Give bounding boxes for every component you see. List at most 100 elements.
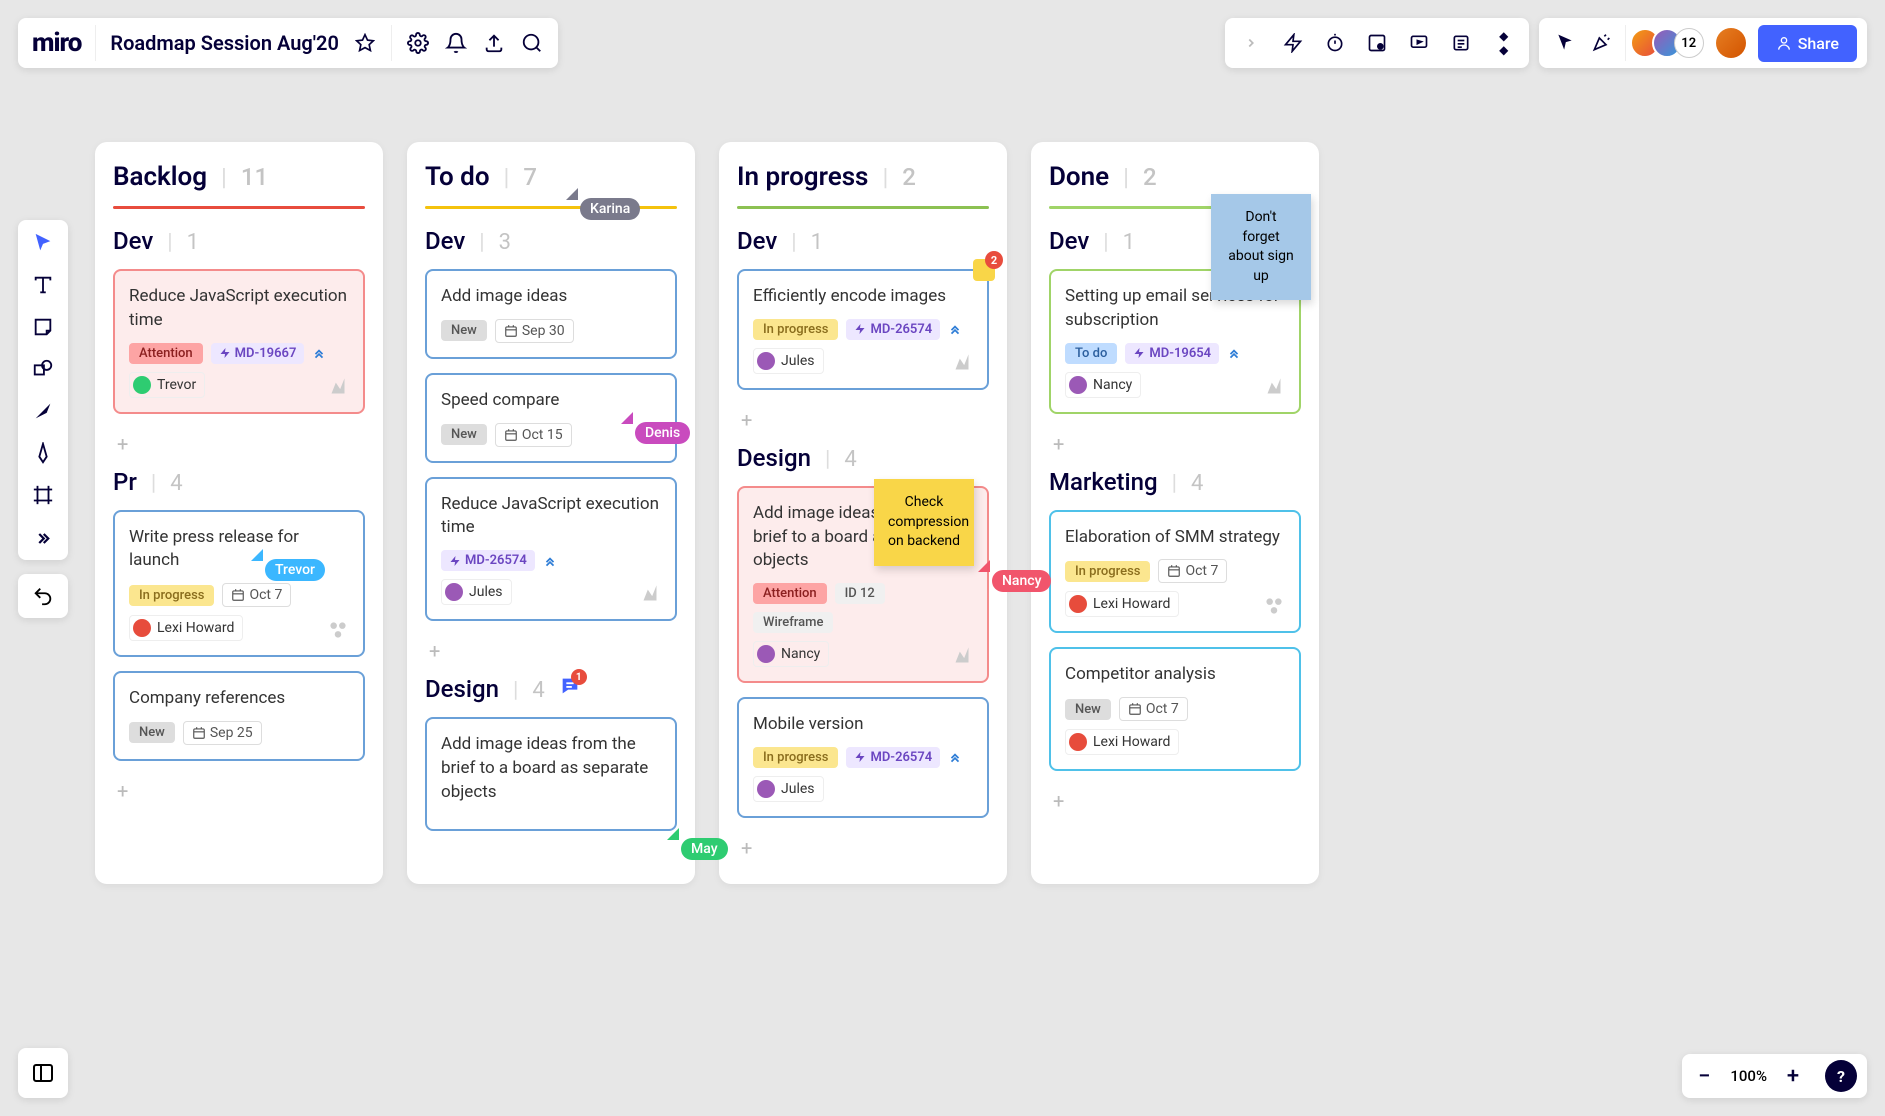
card-date: Oct 7: [222, 583, 291, 607]
sticky-tool-icon[interactable]: [30, 314, 56, 340]
card-date: Oct 7: [1158, 559, 1227, 583]
add-card-button[interactable]: +: [737, 832, 989, 864]
top-center-toolbar: ◆◆: [1225, 18, 1529, 68]
card-tag: In progress: [1065, 561, 1150, 582]
card-date: Sep 30: [495, 319, 574, 343]
cursor-icon[interactable]: [1553, 31, 1577, 55]
kanban-column: To do|7Dev|3Add image ideasNewSep 30Spee…: [407, 142, 695, 884]
confetti-icon[interactable]: [1589, 31, 1613, 55]
timer-icon[interactable]: [1323, 31, 1347, 55]
bolt-icon[interactable]: [1281, 31, 1305, 55]
bell-icon[interactable]: [444, 31, 468, 55]
pen-tool-icon[interactable]: [30, 440, 56, 466]
add-card-button[interactable]: +: [1049, 428, 1301, 460]
section-count: 1: [1123, 230, 1135, 255]
sync-icon: [949, 643, 975, 669]
card-date: Oct 15: [495, 423, 572, 447]
export-icon[interactable]: [482, 31, 506, 55]
frame-tool-icon[interactable]: [30, 482, 56, 508]
card-title: Add image ideas from the brief to a boar…: [441, 733, 661, 804]
card-id: MD-19667: [211, 343, 305, 364]
share-button[interactable]: Share: [1758, 25, 1857, 62]
kanban-card[interactable]: Write press release for launchIn progres…: [113, 510, 365, 658]
card-title: Competitor analysis: [1065, 663, 1285, 687]
avatar-count[interactable]: 12: [1674, 28, 1704, 58]
undo-button[interactable]: [18, 574, 68, 618]
kanban-card[interactable]: Add image ideas from the brief to a boar…: [425, 717, 677, 830]
kanban-card[interactable]: Elaboration of SMM strategyIn progressOc…: [1049, 510, 1301, 634]
section-title: Dev: [425, 227, 465, 255]
kanban-card[interactable]: Setting up email services for subscripti…: [1049, 269, 1301, 414]
card-assignee: Jules: [753, 776, 824, 802]
card-assignee: Trevor: [129, 372, 205, 398]
sync-icon: [637, 581, 663, 607]
card-tag: New: [129, 722, 175, 743]
kanban-card[interactable]: Add image ideasNewSep 30: [425, 269, 677, 359]
star-icon[interactable]: [353, 31, 377, 55]
priority-icon: [1227, 346, 1241, 360]
column-count: 7: [523, 163, 537, 191]
share-label: Share: [1798, 34, 1839, 53]
sync-icon: [949, 350, 975, 376]
kanban-card[interactable]: Company referencesNewSep 25: [113, 671, 365, 761]
avatar-self[interactable]: [1716, 28, 1746, 58]
more-icon[interactable]: ◆◆: [1491, 31, 1515, 55]
card-title: Write press release for launch: [129, 526, 349, 574]
avatars[interactable]: 12: [1638, 28, 1704, 58]
help-button[interactable]: ?: [1825, 1060, 1857, 1092]
comment-icon[interactable]: 1: [559, 675, 581, 697]
board-title[interactable]: Roadmap Session Aug'20: [110, 31, 338, 55]
search-icon[interactable]: [520, 31, 544, 55]
gear-icon[interactable]: [406, 31, 430, 55]
section-title: Design: [737, 444, 811, 472]
kanban-card[interactable]: Add image ideas from the brief to a boar…: [737, 486, 989, 683]
kanban-card[interactable]: Mobile versionIn progressMD-26574Jules: [737, 697, 989, 818]
column-title: Backlog: [113, 162, 207, 192]
kanban-column: Done|2Dev|1Setting up email services for…: [1031, 142, 1319, 884]
arrow-tool-icon[interactable]: [30, 398, 56, 424]
section-title: Dev: [737, 227, 777, 255]
column-count: 11: [241, 163, 268, 191]
section-title: Marketing: [1049, 468, 1158, 496]
kanban-column: In progress|2Dev|12Efficiently encode im…: [719, 142, 1007, 884]
section-title: Dev: [1049, 227, 1089, 255]
kanban-card[interactable]: Reduce JavaScript execution time MD-26574…: [425, 477, 677, 622]
section-count: 4: [1191, 471, 1203, 496]
section-count: 3: [499, 230, 511, 255]
section-count: 1: [811, 230, 823, 255]
chevron-right-icon[interactable]: [1239, 31, 1263, 55]
card-comment-badge[interactable]: 2: [973, 259, 995, 281]
card-title: Reduce JavaScript execution time: [441, 493, 661, 541]
add-card-button[interactable]: +: [1049, 785, 1301, 817]
section-title: Design: [425, 675, 499, 703]
card-title: Mobile version: [753, 713, 973, 737]
zoom-out[interactable]: −: [1692, 1064, 1716, 1088]
card-id: MD-26574: [441, 550, 535, 571]
column-title: In progress: [737, 162, 868, 192]
add-card-button[interactable]: +: [113, 428, 365, 460]
kanban-card[interactable]: 2Efficiently encode imagesIn progressMD-…: [737, 269, 989, 390]
list-icon[interactable]: [1449, 31, 1473, 55]
left-toolbar: [18, 220, 68, 560]
section-title: Dev: [113, 227, 153, 255]
add-card-button[interactable]: +: [737, 404, 989, 436]
kanban-card[interactable]: Speed compareNewOct 15: [425, 373, 677, 463]
presentation-icon[interactable]: [1407, 31, 1431, 55]
card-tag: In progress: [753, 319, 838, 340]
more-tools-icon[interactable]: [30, 524, 56, 550]
logo[interactable]: miro: [32, 28, 81, 58]
top-left-toolbar: miro Roadmap Session Aug'20: [18, 18, 558, 68]
add-card-button[interactable]: +: [113, 775, 365, 807]
kanban-board: Backlog|11Dev|1Reduce JavaScript executi…: [95, 142, 1319, 884]
card-tag: To do: [1065, 343, 1117, 364]
shapes-icon[interactable]: [1365, 31, 1389, 55]
panel-toggle[interactable]: [18, 1048, 68, 1098]
dots-icon: [1261, 593, 1287, 619]
text-tool-icon[interactable]: [30, 272, 56, 298]
kanban-card[interactable]: Competitor analysisNewOct 7Lexi Howard: [1049, 647, 1301, 771]
zoom-in[interactable]: +: [1781, 1064, 1805, 1088]
add-card-button[interactable]: +: [425, 635, 677, 667]
select-tool-icon[interactable]: [30, 230, 56, 256]
kanban-card[interactable]: Reduce JavaScript execution timeAttentio…: [113, 269, 365, 414]
shape-tool-icon[interactable]: [30, 356, 56, 382]
